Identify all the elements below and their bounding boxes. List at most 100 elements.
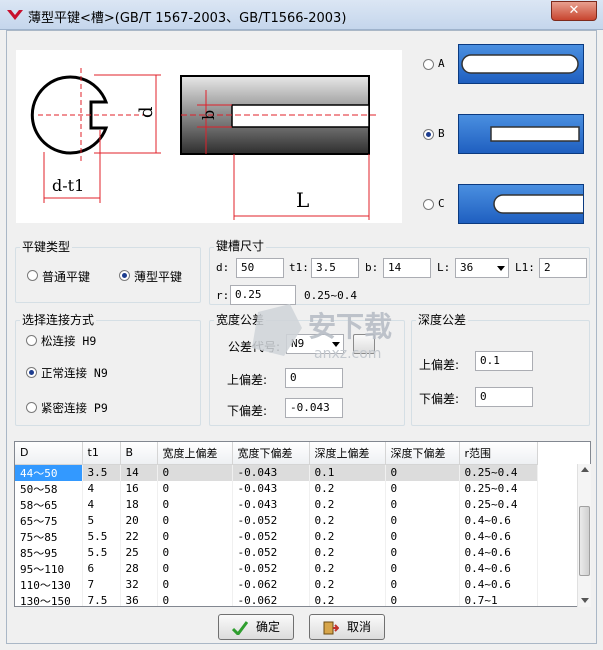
- shape-c-label[interactable]: C: [438, 197, 445, 210]
- table-cell: 0.25~0.4: [459, 496, 538, 513]
- tight-fit-radio[interactable]: [26, 402, 37, 413]
- table-cell: 85～95: [15, 544, 83, 561]
- key-diagram: d d-t1 b L: [16, 50, 402, 223]
- table-cell: 25: [120, 544, 158, 561]
- depth-tolerance-group: [411, 320, 590, 426]
- depth-upper-input[interactable]: 0.1: [475, 351, 533, 371]
- column-header[interactable]: 宽度上偏差: [157, 442, 233, 465]
- dim-dt1-label: d-t1: [52, 176, 84, 195]
- window-title: 薄型平键<槽>(GB/T 1567-2003、GB/T1566-2003): [28, 11, 347, 26]
- key-type-title: 平键类型: [20, 238, 73, 255]
- dim-L-label: L: [296, 188, 309, 212]
- app-logo-icon: [7, 10, 23, 20]
- d-label: d:: [216, 261, 230, 274]
- table-cell: 0.4~0.6: [459, 560, 538, 577]
- depth-lower-label: 下偏差:: [419, 392, 460, 406]
- key-size-table[interactable]: Dt1 B 宽度上偏差 宽度下偏差 深度上偏差 深度下偏差 r范围 44～50 3.5 14 0-…: [14, 441, 591, 607]
- checkmark-icon: [231, 620, 249, 636]
- L-select[interactable]: 36: [455, 258, 509, 278]
- table-cell: 50～58: [15, 480, 83, 497]
- r-input[interactable]: 0.25: [230, 285, 296, 305]
- chevron-down-icon[interactable]: [497, 266, 505, 271]
- t1-label: t1:: [289, 261, 309, 274]
- shape-a-radio[interactable]: [423, 59, 434, 70]
- table-cell: 0.4~0.6: [459, 512, 538, 529]
- loose-fit-label[interactable]: 松连接 H9: [41, 333, 96, 349]
- normal-fit-label[interactable]: 正常连接 N9: [41, 365, 108, 381]
- column-header[interactable]: D: [15, 442, 83, 465]
- tolerance-code-select[interactable]: N9: [286, 334, 344, 354]
- table-row[interactable]: 85～95 5.5 25 0 -0.052 0.2 0 0.4~0.6: [15, 544, 538, 561]
- thin-key-label[interactable]: 薄型平键: [134, 268, 182, 285]
- shape-b-label[interactable]: B: [438, 127, 445, 140]
- column-header[interactable]: 宽度下偏差: [232, 442, 310, 465]
- title-bar[interactable]: 薄型平键<槽>(GB/T 1567-2003、GB/T1566-2003) ✕: [0, 0, 603, 30]
- shape-c-radio[interactable]: [423, 199, 434, 210]
- key-shape-a-image[interactable]: [458, 44, 584, 84]
- t1-input[interactable]: 3.5: [311, 258, 359, 278]
- key-shape-b-image[interactable]: [458, 114, 584, 154]
- table-cell: 0.4~0.6: [459, 544, 538, 561]
- width-upper-input[interactable]: 0: [285, 368, 343, 388]
- loose-fit-radio[interactable]: [26, 335, 37, 346]
- table-cell: 65～75: [15, 512, 83, 529]
- cancel-button[interactable]: 取消: [309, 614, 385, 640]
- table-row[interactable]: 58～65 4 18 0 -0.043 0.2 0 0.25~0.4: [15, 496, 538, 513]
- tight-fit-label[interactable]: 紧密连接 P9: [41, 400, 108, 416]
- table-cell: -0.062: [232, 576, 310, 593]
- b-input[interactable]: 14: [383, 258, 431, 278]
- table-cell: 0: [385, 560, 460, 577]
- key-shape-c-image[interactable]: [458, 184, 584, 224]
- table-row[interactable]: 44～50 3.5 14 0 -0.043 0.1 0 0.25~0.4: [15, 464, 538, 481]
- normal-fit-radio[interactable]: [26, 367, 37, 378]
- table-cell: 0: [385, 512, 460, 529]
- column-header[interactable]: r范围: [459, 442, 538, 465]
- table-cell: 3.5: [82, 464, 121, 481]
- width-lower-input[interactable]: -0.043: [285, 398, 343, 418]
- ok-button[interactable]: 确定: [218, 614, 294, 640]
- table-cell: 20: [120, 512, 158, 529]
- table-cell: 0: [385, 480, 460, 497]
- exit-door-icon: [323, 621, 340, 634]
- table-row[interactable]: 50～58 4 16 0 -0.043 0.2 0 0.25~0.4: [15, 480, 538, 497]
- table-cell: 0: [385, 496, 460, 513]
- table-cell: 0.2: [309, 592, 386, 606]
- L1-label: L1:: [515, 261, 535, 274]
- tolerance-apply-button[interactable]: [353, 334, 375, 354]
- table-cell: 0: [157, 528, 233, 545]
- depth-lower-input[interactable]: 0: [475, 387, 533, 407]
- table-row[interactable]: 95～110 6 28 0 -0.052 0.2 0 0.4~0.6: [15, 560, 538, 577]
- table-cell: 0.4~0.6: [459, 576, 538, 593]
- table-cell: 22: [120, 528, 158, 545]
- scroll-down-icon[interactable]: [581, 598, 589, 603]
- table-body[interactable]: 44～50 3.5 14 0 -0.043 0.1 0 0.25~0.4 50～58 4 16 0 -0…: [15, 464, 538, 606]
- r-range-text: 0.25~0.4: [304, 289, 357, 302]
- thin-key-radio[interactable]: [119, 270, 130, 281]
- close-button[interactable]: ✕: [551, 1, 597, 21]
- table-scrollbar[interactable]: [577, 464, 591, 607]
- ordinary-key-radio[interactable]: [27, 270, 38, 281]
- table-cell: 0.2: [309, 576, 386, 593]
- chevron-down-icon[interactable]: [332, 342, 340, 347]
- shape-a-label[interactable]: A: [438, 57, 445, 70]
- column-header[interactable]: B: [120, 442, 158, 465]
- width-tolerance-title: 宽度公差: [214, 311, 267, 328]
- d-input[interactable]: 50: [236, 258, 284, 278]
- column-header[interactable]: 深度上偏差: [309, 442, 386, 465]
- table-cell: 75～85: [15, 528, 83, 545]
- table-row[interactable]: 65～75 5 20 0 -0.052 0.2 0 0.4~0.6: [15, 512, 538, 529]
- scroll-up-icon[interactable]: [581, 467, 589, 472]
- ordinary-key-label[interactable]: 普通平键: [42, 268, 90, 285]
- table-cell: 0: [385, 592, 460, 606]
- L1-input[interactable]: 2: [539, 258, 587, 278]
- table-cell: -0.052: [232, 512, 310, 529]
- table-cell: 0.1: [309, 464, 386, 481]
- table-row[interactable]: 75～85 5.5 22 0 -0.052 0.2 0 0.4~0.6: [15, 528, 538, 545]
- column-header[interactable]: t1: [82, 442, 121, 465]
- scroll-thumb[interactable]: [579, 506, 590, 576]
- table-row[interactable]: 130～150 7.5 36 0 -0.062 0.2 0 0.7~1: [15, 592, 538, 606]
- shape-b-radio[interactable]: [423, 129, 434, 140]
- L-label: L:: [437, 261, 451, 274]
- column-header[interactable]: 深度下偏差: [385, 442, 460, 465]
- table-row[interactable]: 110～130 7 32 0 -0.062 0.2 0 0.4~0.6: [15, 576, 538, 593]
